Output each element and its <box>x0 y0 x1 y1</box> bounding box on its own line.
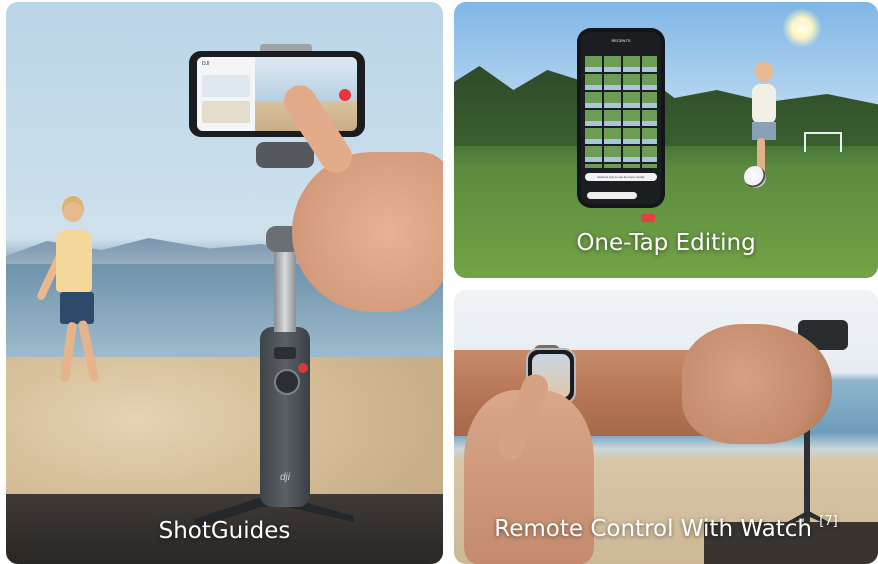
tile-caption-shotguides: ShotGuides <box>158 518 291 544</box>
girl-shorts <box>752 122 776 140</box>
dji-logo: dji <box>279 472 290 483</box>
create-button <box>641 214 655 222</box>
gimbal-handle: dji <box>260 327 310 507</box>
tile-caption-remote-control: Remote Control With Watch [7] <box>454 514 878 542</box>
gimbal-button <box>274 347 296 359</box>
girl-figure <box>56 230 92 292</box>
girl-head <box>62 196 84 222</box>
app-brand: DJI <box>202 61 210 67</box>
girl-head <box>755 62 773 82</box>
feature-tile-remote-control-watch: Remote Control With Watch [7] <box>454 290 878 564</box>
guide-thumb <box>202 75 250 97</box>
phone-editing: RECENTS Select a tool to use its cover r… <box>577 28 665 222</box>
girl-figure <box>752 84 776 124</box>
hand <box>292 152 443 312</box>
feature-tile-shotguides: dji DJI ShotGuides <box>6 2 443 564</box>
girl-shorts <box>60 292 94 324</box>
clip-thumbnail-grid <box>585 56 657 168</box>
soccer-ball <box>744 166 766 188</box>
footnote-marker[interactable]: [7] <box>819 514 837 529</box>
record-button <box>339 89 351 101</box>
recents-tab: RECENTS <box>611 38 631 43</box>
fist <box>682 324 832 444</box>
phone-shotguides: DJI <box>189 51 365 137</box>
soccer-goal <box>804 132 842 152</box>
editing-banner: Select a tool to use its cover results <box>585 173 657 181</box>
shotguides-panel: DJI <box>197 57 255 131</box>
gimbal-extension-rod <box>274 248 296 332</box>
selected-clips-strip <box>587 192 637 199</box>
record-button <box>298 363 308 373</box>
joystick <box>274 369 300 395</box>
phone-clamp-base <box>256 142 314 168</box>
feature-tile-one-tap-editing: RECENTS Select a tool to use its cover r… <box>454 2 878 278</box>
caption-text: Remote Control With Watch <box>494 516 812 542</box>
guide-thumb <box>202 101 250 123</box>
sun <box>782 8 822 48</box>
tile-caption-one-tap-editing: One-Tap Editing <box>576 230 756 256</box>
